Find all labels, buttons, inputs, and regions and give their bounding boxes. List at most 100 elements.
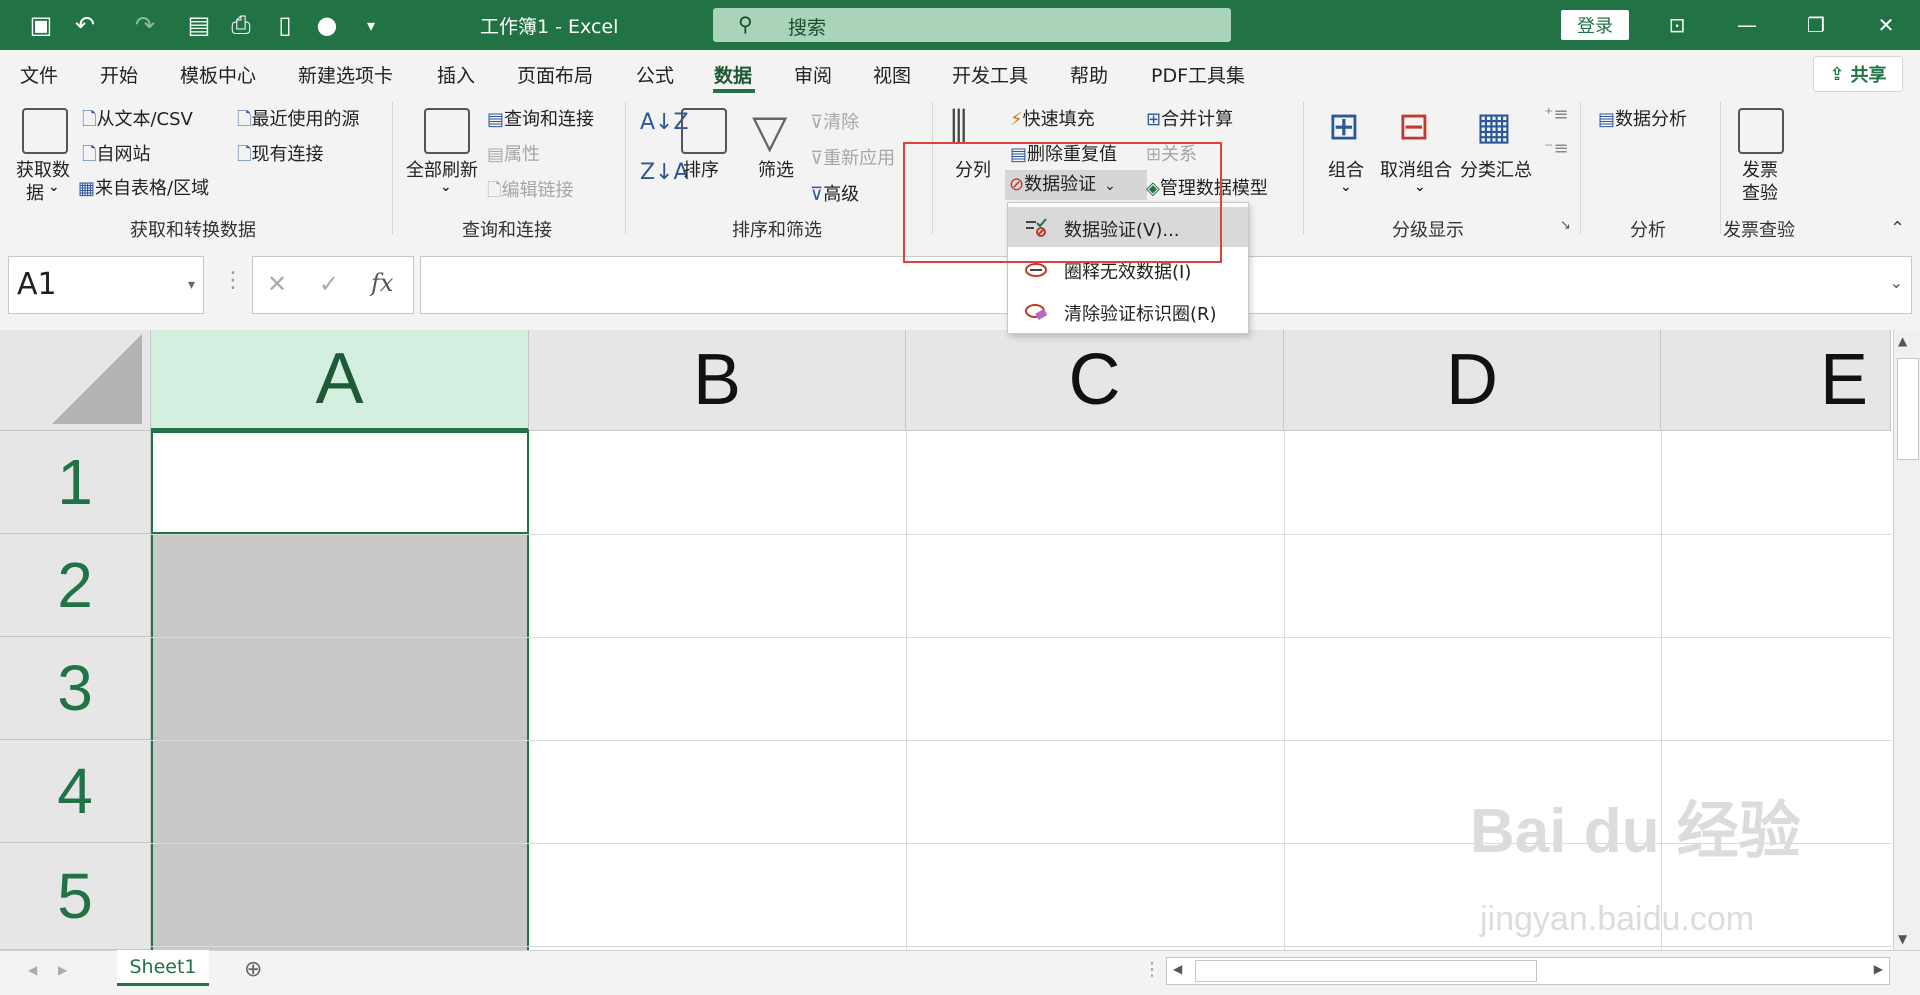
column-header-c[interactable]: C <box>906 330 1284 431</box>
share-button[interactable]: ⇪ 共享 <box>1813 56 1903 92</box>
sort-button[interactable]: 排序 <box>683 156 719 182</box>
add-sheet-icon[interactable]: ⊕ <box>244 957 262 982</box>
save-icon[interactable]: ▣ <box>24 8 58 42</box>
from-web-button[interactable]: 🗋自网站 <box>82 140 150 172</box>
consolidate-label: 合并计算 <box>1161 109 1234 130</box>
redo-icon[interactable]: ↷ <box>128 8 162 42</box>
row-header-4[interactable]: 4 <box>0 740 151 843</box>
clear-circles-icon <box>1024 301 1048 321</box>
row-header-1[interactable]: 1 <box>0 431 151 534</box>
queries-connections-button[interactable]: ▤查询和连接 <box>487 105 594 131</box>
recent-sources-button[interactable]: 🗋最近使用的源 <box>237 105 359 137</box>
window-title: 工作簿1 - Excel <box>480 16 619 38</box>
ribbon-tabs: 文件 开始 模板中心 新建选项卡 插入 页面布局 公式 数据 审阅 视图 开发工… <box>0 50 1920 95</box>
data-analysis-button[interactable]: ▤数据分析 <box>1598 105 1687 131</box>
edit-links-button[interactable]: 🗋编辑链接 <box>487 176 573 208</box>
show-detail-icon[interactable]: ⁺≡ <box>1544 104 1569 125</box>
scroll-left-icon[interactable]: ◀ <box>1173 962 1182 976</box>
cancel-icon[interactable]: ✕ <box>267 270 287 298</box>
confirm-icon[interactable]: ✓ <box>319 270 339 298</box>
group-label-analysis: 分析 <box>1630 220 1666 241</box>
column-header-b[interactable]: B <box>529 330 906 431</box>
existing-connections-button[interactable]: 🗋现有连接 <box>237 140 323 172</box>
document-icon[interactable]: ▯ <box>268 8 302 42</box>
column-header-a[interactable]: A <box>151 330 529 431</box>
menu-item-clear-circles[interactable]: 清除验证标识圈(R) <box>1008 291 1248 331</box>
scroll-thumb[interactable] <box>1897 358 1919 460</box>
scroll-down-icon[interactable]: ▼ <box>1898 932 1907 946</box>
clear-button[interactable]: ⊽清除 <box>810 108 859 134</box>
tab-pdf-tools[interactable]: PDF工具集 <box>1151 61 1245 88</box>
chevron-down-icon[interactable]: ▾ <box>188 257 195 313</box>
more-options-icon[interactable]: ⋮ <box>222 268 244 293</box>
search-box[interactable]: ⚲ 搜索 <box>713 8 1231 42</box>
select-all-corner[interactable] <box>0 330 151 431</box>
tab-developer[interactable]: 开发工具 <box>952 61 1028 88</box>
next-sheet-icon[interactable]: ▶ <box>58 963 67 977</box>
vertical-scrollbar[interactable]: ▲ ▼ <box>1893 330 1920 950</box>
column-header-d[interactable]: D <box>1284 330 1661 431</box>
dialog-launcher-icon[interactable]: ↘ <box>1560 218 1571 233</box>
minimize-icon[interactable]: — <box>1727 8 1767 42</box>
active-cell-a1[interactable] <box>151 431 529 534</box>
horizontal-scrollbar[interactable]: ◀ ▶ <box>1166 957 1890 985</box>
collapse-ribbon-icon[interactable]: ⌃ <box>1890 218 1905 239</box>
tab-data[interactable]: 数据 <box>714 61 752 88</box>
row-header-3[interactable]: 3 <box>0 637 151 740</box>
circle-icon[interactable]: ● <box>310 8 344 42</box>
splitter-icon[interactable]: ⋮ <box>1143 959 1161 980</box>
tab-page-layout[interactable]: 页面布局 <box>517 61 593 88</box>
scroll-up-icon[interactable]: ▲ <box>1898 334 1907 348</box>
hide-detail-icon[interactable]: ⁻≡ <box>1544 138 1569 159</box>
column-header-e[interactable]: E <box>1661 330 1891 431</box>
tab-home[interactable]: 开始 <box>100 61 138 88</box>
consolidate-button[interactable]: ⊞合并计算 <box>1146 105 1233 131</box>
customize-toolbar-icon[interactable]: ▾ <box>354 8 388 42</box>
restore-icon[interactable]: ❐ <box>1796 8 1836 42</box>
from-table-label: 来自表格/区域 <box>95 178 210 199</box>
search-input[interactable]: 搜索 <box>788 13 826 40</box>
sheet-tab-sheet1[interactable]: Sheet1 <box>117 950 209 986</box>
flash-fill-label: 快速填充 <box>1022 109 1095 130</box>
edit-links-label: 编辑链接 <box>501 180 574 201</box>
horizontal-scroll-thumb[interactable] <box>1195 960 1537 982</box>
insert-function-icon[interactable]: fx <box>371 269 393 297</box>
name-box[interactable]: A1 ▾ <box>8 256 204 314</box>
group-label-sort-filter: 排序和筛选 <box>732 220 822 241</box>
reapply-button[interactable]: ⊽重新应用 <box>810 144 895 170</box>
group-icon: ⊞ <box>1328 104 1360 148</box>
tab-formulas[interactable]: 公式 <box>636 61 674 88</box>
advanced-label: 高级 <box>823 184 860 205</box>
tab-templates[interactable]: 模板中心 <box>180 61 256 88</box>
invoice-search-icon <box>1738 108 1784 154</box>
tab-help[interactable]: 帮助 <box>1070 61 1108 88</box>
existing-connections-label: 现有连接 <box>251 144 324 165</box>
tab-review[interactable]: 审阅 <box>794 61 832 88</box>
flash-fill-button[interactable]: ⚡快速填充 <box>1010 105 1095 131</box>
tab-new-tab[interactable]: 新建选项卡 <box>298 61 393 88</box>
advanced-filter-icon: ⊽ <box>810 184 824 205</box>
scroll-right-icon[interactable]: ▶ <box>1874 962 1883 976</box>
row-header-5[interactable]: 5 <box>0 843 151 950</box>
tab-file[interactable]: 文件 <box>20 61 58 88</box>
login-button[interactable]: 登录 <box>1561 10 1629 40</box>
prev-sheet-icon[interactable]: ◀ <box>28 963 37 977</box>
row-header-2[interactable]: 2 <box>0 534 151 637</box>
from-text-csv-button[interactable]: 🗋从文本/CSV <box>82 105 193 137</box>
print-preview-icon[interactable]: ⎙ <box>224 8 258 42</box>
undo-icon[interactable]: ↶ <box>68 8 102 42</box>
from-table-button[interactable]: ▦来自表格/区域 <box>78 174 209 200</box>
advanced-filter-button[interactable]: ⊽高级 <box>810 180 859 206</box>
sort-descending-icon[interactable]: Z↓A <box>640 160 689 185</box>
filter-button[interactable]: 筛选 <box>758 156 794 182</box>
subtotal-button[interactable]: 分类汇总 <box>1460 156 1532 182</box>
tab-view[interactable]: 视图 <box>873 61 911 88</box>
tab-insert[interactable]: 插入 <box>437 61 475 88</box>
ribbon-display-icon[interactable]: ⊡ <box>1657 8 1697 42</box>
close-icon[interactable]: ✕ <box>1866 8 1906 42</box>
form-icon[interactable]: ▤ <box>182 8 216 42</box>
expand-formula-icon[interactable]: ⌄ <box>1890 273 1903 292</box>
select-all-triangle <box>52 334 142 424</box>
properties-button[interactable]: ▤属性 <box>487 140 540 166</box>
table-icon: ▦ <box>78 178 96 199</box>
